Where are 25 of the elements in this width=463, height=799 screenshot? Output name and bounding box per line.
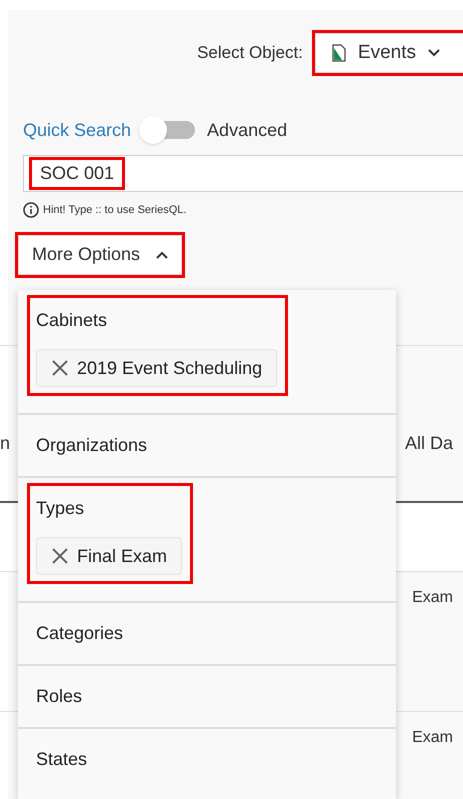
filter-chip: Final Exam: [36, 537, 182, 575]
hint-text: Hint! Type :: to use SeriesQL.: [43, 203, 186, 218]
remove-icon[interactable]: [51, 547, 69, 565]
chevron-down-icon: [428, 49, 440, 57]
select-object-label: Select Object:: [197, 42, 303, 64]
object-dropdown[interactable]: Events: [314, 33, 463, 73]
date-filter-text[interactable]: All Da: [404, 430, 453, 456]
filter-label[interactable]: States: [36, 743, 88, 776]
mode-toggle[interactable]: [139, 115, 196, 145]
filter-label[interactable]: Organizations: [36, 429, 148, 462]
column-text: n: [0, 432, 10, 454]
search-field[interactable]: SOC 001: [23, 155, 463, 192]
quick-search-label[interactable]: Quick Search: [23, 116, 132, 144]
filter-label[interactable]: Categories: [36, 617, 124, 650]
chevron-up-icon: [156, 250, 168, 258]
filter-label[interactable]: Cabinets: [36, 304, 278, 337]
filter-label[interactable]: Roles: [36, 680, 82, 713]
info-icon: [23, 202, 39, 218]
document-icon: [332, 44, 346, 62]
remove-icon[interactable]: [51, 359, 69, 377]
advanced-label[interactable]: Advanced: [207, 116, 288, 144]
table-cell-text: Exam: [412, 728, 453, 748]
filter-chip: 2019 Event Scheduling: [36, 349, 278, 387]
filter-label[interactable]: Types: [36, 492, 182, 525]
table-cell-text: Exam: [412, 588, 453, 608]
